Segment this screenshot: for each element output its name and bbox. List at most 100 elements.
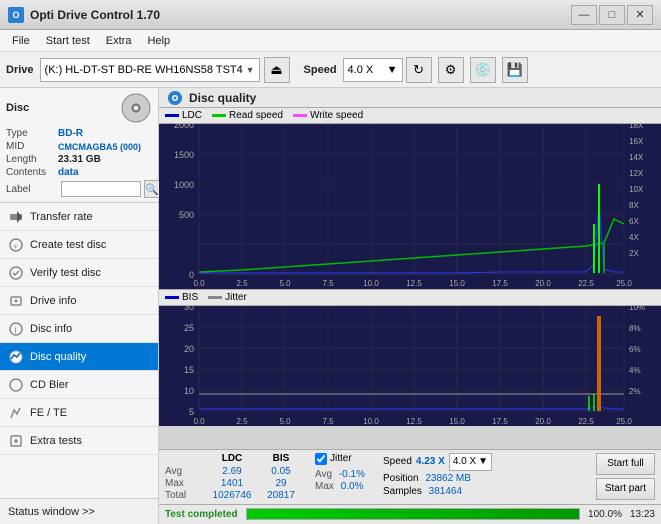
nav-item-extra-tests-label: Extra tests <box>30 435 82 447</box>
upper-chart: 2000 1500 1000 500 0 18X 16X 14X 12X 10X… <box>159 124 661 289</box>
disc-header: Disc <box>6 92 152 124</box>
ldc-bis-stats: LDC BIS Avg 2.69 0.05 Max 1401 29 Tota <box>165 453 301 501</box>
jitter-avg-value: -0.1% <box>339 469 365 480</box>
sidebar-item-transfer-rate[interactable]: Transfer rate <box>0 203 158 231</box>
refresh-button[interactable]: ↻ <box>406 57 432 83</box>
svg-text:6X: 6X <box>629 217 639 226</box>
sidebar-item-verify-test-disc[interactable]: Verify test disc <box>0 259 158 287</box>
disc-type-value: BD-R <box>58 128 83 139</box>
verify-test-disc-icon <box>8 265 24 281</box>
svg-text:25: 25 <box>184 323 194 333</box>
svg-text:4X: 4X <box>629 233 639 242</box>
svg-text:2%: 2% <box>629 387 641 396</box>
eject-button[interactable]: ⏏ <box>264 57 290 83</box>
speed-position-stats: Speed 4.23 X 4.0 X ▼ Position 23862 MB S… <box>383 453 492 497</box>
max-row-label: Max <box>165 478 203 489</box>
disc-icon-button[interactable]: 💿 <box>470 57 496 83</box>
svg-text:5.0: 5.0 <box>279 279 291 288</box>
sidebar-item-disc-info[interactable]: i Disc info <box>0 315 158 343</box>
menu-start-test[interactable]: Start test <box>38 33 98 49</box>
charts-and-stats: LDC Read speed Write speed <box>159 108 661 504</box>
sidebar-item-create-test-disc[interactable]: + Create test disc <box>0 231 158 259</box>
svg-text:2.5: 2.5 <box>236 279 248 288</box>
create-test-disc-icon: + <box>8 237 24 253</box>
sidebar-item-fe-te[interactable]: FE / TE <box>0 399 158 427</box>
jitter-checkbox[interactable] <box>315 453 327 465</box>
progress-status: Test completed <box>165 509 238 520</box>
disc-panel: Disc Type BD-R MID CMCMAGBA5 (000) Lengt… <box>0 88 158 203</box>
speed-label: Speed <box>304 64 337 76</box>
start-full-button[interactable]: Start full <box>596 453 655 475</box>
sidebar-item-cd-bier[interactable]: CD Bier <box>0 371 158 399</box>
speed-dropdown[interactable]: 4.0 X ▼ <box>343 58 403 82</box>
cd-bier-icon <box>8 377 24 393</box>
content-header: Disc quality <box>159 88 661 108</box>
nav-item-disc-quality-label: Disc quality <box>30 351 86 363</box>
settings-button[interactable]: ⚙ <box>438 57 464 83</box>
jitter-legend-item: Jitter <box>208 292 247 303</box>
label-edit-button[interactable]: 🔍 <box>144 180 160 198</box>
progress-bar-area: Test completed 100.0% 13:23 <box>159 504 661 524</box>
status-window-label: Status window >> <box>8 506 95 518</box>
menu-file[interactable]: File <box>4 33 38 49</box>
svg-text:7.5: 7.5 <box>322 417 334 426</box>
nav-item-transfer-rate-label: Transfer rate <box>30 211 93 223</box>
svg-text:2000: 2000 <box>174 124 194 130</box>
svg-text:10: 10 <box>184 386 194 396</box>
menu-help[interactable]: Help <box>139 33 178 49</box>
svg-text:8X: 8X <box>629 201 639 210</box>
menu-extra[interactable]: Extra <box>98 33 140 49</box>
progress-time: 13:23 <box>630 509 655 520</box>
chevron-down-icon: ▼ <box>246 65 255 75</box>
speed-stat-dropdown[interactable]: 4.0 X ▼ <box>449 453 492 471</box>
position-value: 23862 MB <box>425 473 471 484</box>
disc-label-input[interactable] <box>61 181 141 197</box>
ldc-legend-label: LDC <box>182 110 202 121</box>
sidebar-item-extra-tests[interactable]: Extra tests <box>0 427 158 455</box>
drive-dropdown[interactable]: (K:) HL-DT-ST BD-RE WH16NS58 TST4 ▼ <box>40 58 260 82</box>
main-area: Disc Type BD-R MID CMCMAGBA5 (000) Lengt… <box>0 88 661 524</box>
toolbar: Drive (K:) HL-DT-ST BD-RE WH16NS58 TST4 … <box>0 52 661 88</box>
disc-graphic <box>120 92 152 124</box>
drive-selector: (K:) HL-DT-ST BD-RE WH16NS58 TST4 ▼ ⏏ <box>40 57 290 83</box>
svg-text:2.5: 2.5 <box>236 417 248 426</box>
ldc-legend-item: LDC <box>165 110 202 121</box>
svg-text:1000: 1000 <box>174 180 194 190</box>
svg-text:15: 15 <box>184 365 194 375</box>
disc-info-icon: i <box>8 321 24 337</box>
svg-text:12.5: 12.5 <box>406 417 422 426</box>
transfer-rate-icon <box>8 209 24 225</box>
bis-legend-item: BIS <box>165 292 198 303</box>
progress-track <box>246 508 580 520</box>
status-window-button[interactable]: Status window >> <box>0 498 158 524</box>
write-speed-legend-color <box>293 114 307 117</box>
app-title: Opti Drive Control 1.70 <box>30 8 160 22</box>
svg-text:10X: 10X <box>629 185 644 194</box>
upper-legend: LDC Read speed Write speed <box>159 108 661 124</box>
sidebar-item-drive-info[interactable]: Drive info <box>0 287 158 315</box>
svg-text:5.0: 5.0 <box>279 417 291 426</box>
maximize-button[interactable]: □ <box>599 5 625 25</box>
svg-text:15.0: 15.0 <box>449 279 465 288</box>
svg-text:500: 500 <box>179 210 194 220</box>
speed-stat-value: 4.23 X <box>416 456 445 467</box>
nav-item-fe-te-label: FE / TE <box>30 407 67 419</box>
svg-text:7.5: 7.5 <box>322 279 334 288</box>
sidebar-item-disc-quality[interactable]: Disc quality <box>0 343 158 371</box>
titlebar-controls[interactable]: — □ ✕ <box>571 5 653 25</box>
svg-text:20.0: 20.0 <box>535 417 551 426</box>
svg-text:8%: 8% <box>629 324 641 333</box>
drive-info-icon <box>8 293 24 309</box>
disc-contents-row: Contents data <box>6 167 152 178</box>
nav-item-disc-info-label: Disc info <box>30 323 72 335</box>
svg-text:10.0: 10.0 <box>363 417 379 426</box>
svg-text:20.0: 20.0 <box>535 279 551 288</box>
svg-text:30: 30 <box>184 306 194 312</box>
total-ldc-value: 1026746 <box>207 490 257 501</box>
save-button[interactable]: 💾 <box>502 57 528 83</box>
start-part-button[interactable]: Start part <box>596 478 655 500</box>
minimize-button[interactable]: — <box>571 5 597 25</box>
chevron-down-icon: ▼ <box>387 64 398 76</box>
close-button[interactable]: ✕ <box>627 5 653 25</box>
ldc-col-header: LDC <box>207 453 257 464</box>
